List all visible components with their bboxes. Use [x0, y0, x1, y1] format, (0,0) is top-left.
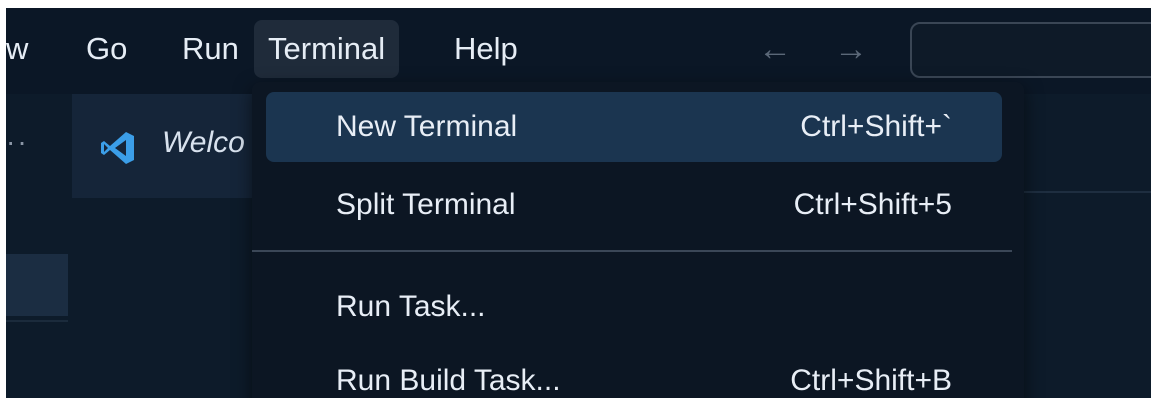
- terminal-menu-dropdown: New Terminal Ctrl+Shift+` Split Terminal…: [252, 82, 1024, 398]
- app-window: w Go Run Terminal Help ← → ·· Welco New …: [6, 8, 1151, 398]
- menu-separator: [252, 250, 1012, 252]
- menu-item-run-task[interactable]: Run Task...: [266, 272, 1002, 342]
- vscode-logo-icon: [101, 132, 134, 164]
- menu-item-shortcut: Ctrl+Shift+5: [793, 188, 952, 221]
- sidebar-selected-item[interactable]: [6, 254, 68, 316]
- menu-item-new-terminal[interactable]: New Terminal Ctrl+Shift+`: [266, 92, 1002, 162]
- command-center-search[interactable]: [910, 22, 1151, 78]
- menu-go[interactable]: Go: [72, 20, 141, 78]
- menu-item-shortcut: Ctrl+Shift+`: [800, 110, 952, 143]
- tab-welcome[interactable]: Welco: [72, 94, 272, 198]
- menu-view[interactable]: w: [6, 20, 42, 78]
- arrow-right-icon[interactable]: →: [834, 20, 868, 78]
- menu-item-run-build-task[interactable]: Run Build Task... Ctrl+Shift+B: [266, 346, 1002, 398]
- menu-item-split-terminal[interactable]: Split Terminal Ctrl+Shift+5: [266, 170, 1002, 240]
- menu-item-label: Run Task...: [336, 290, 486, 323]
- menu-help[interactable]: Help: [440, 20, 532, 78]
- menu-item-label: Run Build Task...: [336, 364, 561, 397]
- menu-item-shortcut: Ctrl+Shift+B: [790, 364, 952, 397]
- menu-terminal[interactable]: Terminal: [254, 20, 400, 78]
- sidebar-divider: [6, 320, 68, 322]
- menu-run[interactable]: Run: [168, 20, 253, 78]
- menu-item-label: New Terminal: [336, 110, 518, 143]
- tab-label: Welco: [162, 126, 245, 159]
- tabbar-border: [1006, 191, 1151, 193]
- more-actions-icon[interactable]: ··: [6, 126, 29, 158]
- menu-item-label: Split Terminal: [336, 188, 516, 221]
- arrow-left-icon[interactable]: ←: [758, 20, 792, 78]
